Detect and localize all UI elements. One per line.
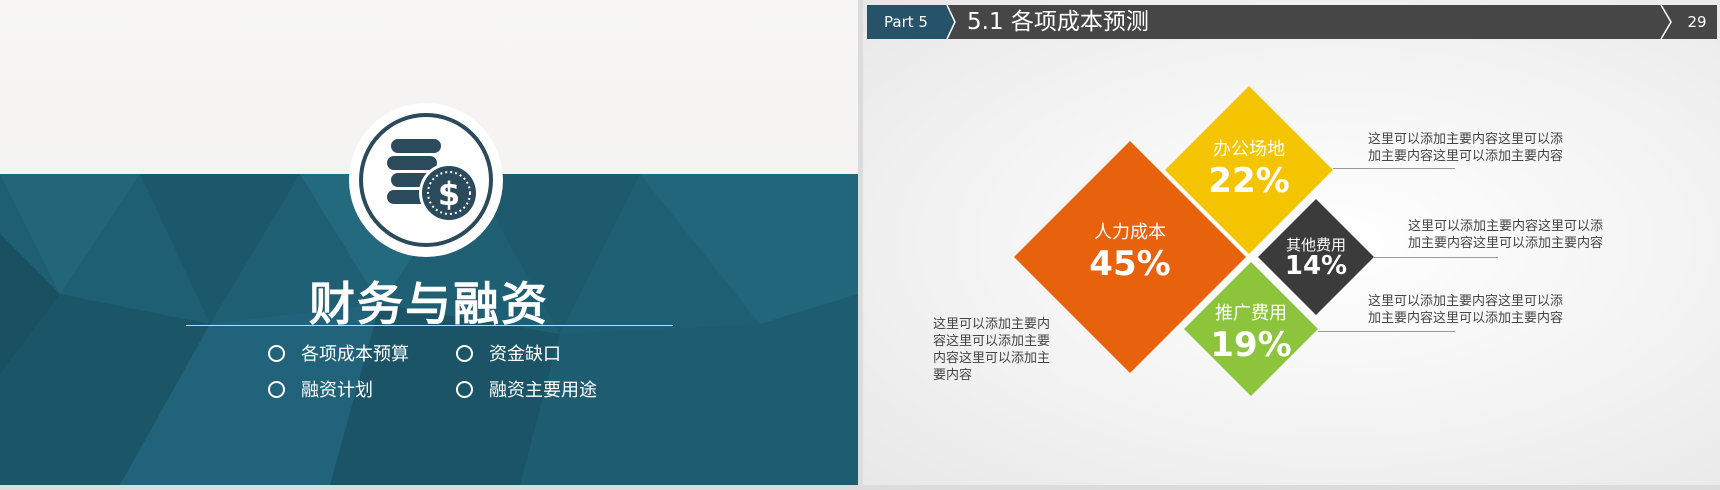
diamond-promotion-text: 推广费用 19% (1210, 303, 1292, 365)
diamond-office-text: 办公场地 22% (1208, 139, 1290, 201)
diamond-labor-text: 人力成本 45% (1089, 222, 1171, 284)
circle-bullet-icon (456, 381, 473, 398)
circle-bullet-icon (268, 345, 285, 362)
diamond-other-text: 其他费用 14% (1284, 236, 1348, 281)
svg-text:$: $ (438, 175, 460, 213)
circle-bullet-icon (456, 345, 473, 362)
leader-line (1333, 168, 1455, 169)
leader-line (1374, 257, 1498, 258)
menu-item-financing-use[interactable]: 融资主要用途 (456, 376, 597, 402)
description-other: 这里可以添加主要内容这里可以添 加主要内容这里可以添加主要内容 (1408, 219, 1604, 251)
coins-dollar-icon: $ (387, 139, 479, 223)
menu-item-funding-gap[interactable]: 资金缺口 (456, 340, 561, 366)
description-labor: 这里可以添加主要内 容这里可以添加主要 内容这里可以添加主 要内容 (933, 317, 1051, 383)
description-promotion: 这里可以添加主要内容这里可以添 加主要内容这里可以添加主要内容 (1368, 294, 1564, 326)
title-divider (186, 325, 673, 326)
slide-financing-cover: $ 财务与融资 各项成本预算 资金缺口 融资计划 融资主要用途 (0, 0, 858, 485)
description-office: 这里可以添加主要内容这里可以添 加主要内容这里可以添加主要内容 (1368, 132, 1564, 164)
menu-item-financing-plan[interactable]: 融资计划 (268, 376, 373, 402)
slide-cost-forecast: Part 5 5.1 各项成本预测 29 人力成本 45% 办公场地 22% 其… (863, 0, 1720, 485)
menu-item-cost-budget[interactable]: 各项成本预算 (268, 340, 409, 366)
circle-bullet-icon (268, 381, 285, 398)
leader-line (1318, 331, 1455, 332)
coins-emblem: $ (349, 103, 503, 257)
